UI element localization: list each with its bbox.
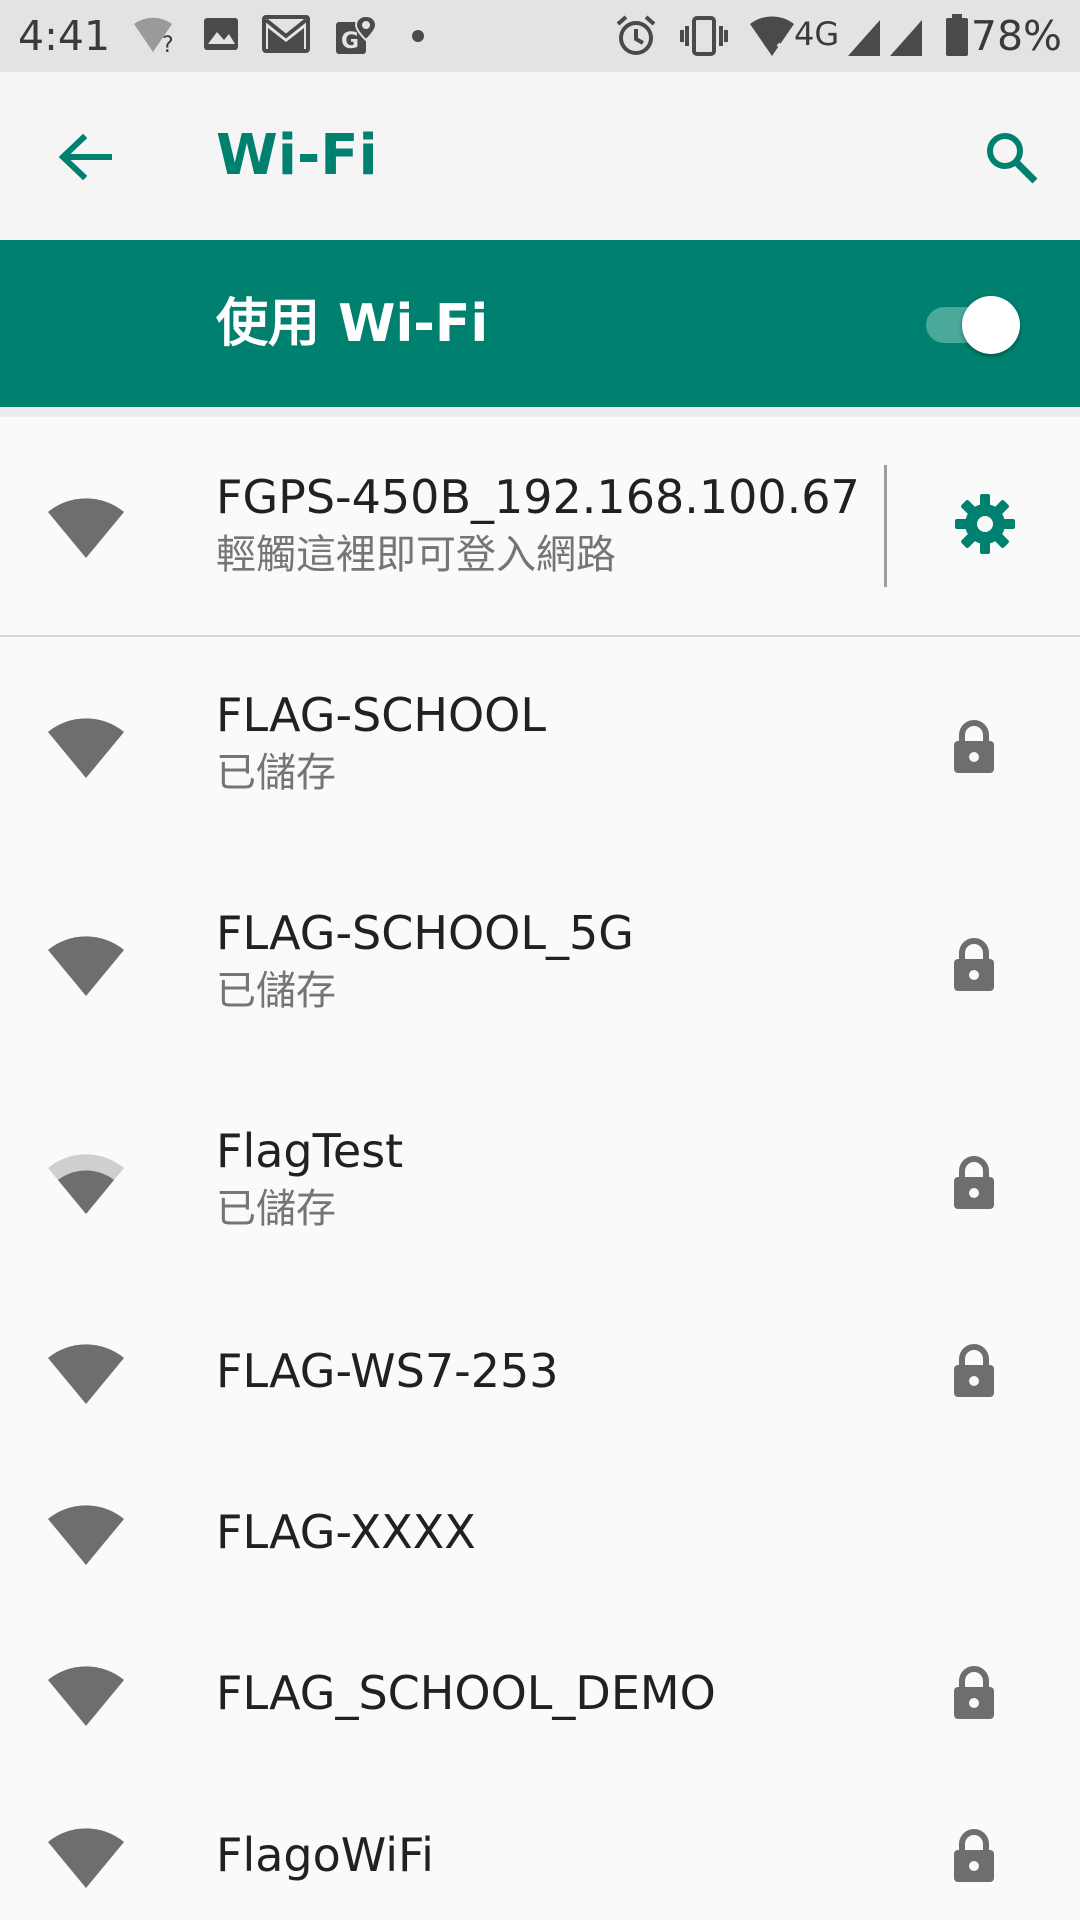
toggle-thumb	[962, 296, 1020, 354]
wifi-signal-icon	[48, 498, 124, 558]
network-type-label: 4G	[794, 15, 840, 53]
network-row[interactable]: FLAG_SCHOOL_DEMO	[0, 1613, 1080, 1774]
network-name: FLAG-WS7-253	[216, 1344, 559, 1398]
app-bar: Wi-Fi	[0, 72, 1080, 240]
network-status: 已儲存	[216, 750, 336, 796]
wifi-status-icon	[750, 16, 794, 56]
network-status: 已儲存	[216, 968, 336, 1014]
maps-icon: G	[336, 14, 378, 54]
network-row[interactable]: FlagoWiFi	[0, 1774, 1080, 1920]
lock-icon	[954, 1666, 994, 1719]
network-name: FLAG-SCHOOL	[216, 688, 546, 742]
connected-network-name: FGPS-450B_192.168.100.67	[216, 470, 860, 524]
network-name: FLAG_SCHOOL_DEMO	[216, 1666, 716, 1720]
gear-icon	[955, 494, 1015, 554]
wifi-signal-icon	[48, 1505, 124, 1565]
network-row[interactable]: FLAG-SCHOOL_5G 已儲存	[0, 855, 1080, 1073]
wifi-settings-screen: 4:41 ? G 4G 78% Wi-Fi 使用 Wi-Fi FGPS-450B…	[0, 0, 1080, 1920]
wifi-master-switch-label: 使用 Wi-Fi	[216, 294, 489, 354]
gmail-icon	[262, 15, 310, 53]
network-name: FlagoWiFi	[216, 1828, 434, 1882]
network-row[interactable]: FLAG-WS7-253	[0, 1291, 1080, 1452]
lock-icon	[954, 1344, 994, 1397]
network-name: FLAG-SCHOOL_5G	[216, 906, 634, 960]
back-button[interactable]	[40, 112, 130, 202]
cell-signal-secondary-icon	[890, 20, 922, 56]
search-button[interactable]	[966, 112, 1056, 202]
network-settings-button[interactable]	[940, 479, 1030, 569]
section-gap	[0, 407, 1080, 417]
wifi-signal-icon	[48, 1344, 124, 1404]
network-row[interactable]: FlagTest 已儲存	[0, 1073, 1080, 1291]
network-row[interactable]: FLAG-SCHOOL 已儲存	[0, 637, 1080, 855]
wifi-signal-icon	[48, 936, 124, 996]
network-name: FlagTest	[216, 1124, 404, 1178]
wifi-toggle[interactable]	[926, 294, 1022, 354]
lock-icon	[954, 720, 994, 773]
connected-network-status: 輕觸這裡即可登入網路	[216, 532, 616, 578]
svg-text:G: G	[341, 29, 359, 54]
lock-icon	[954, 1829, 994, 1882]
wifi-unknown-glyph: ?	[162, 33, 174, 56]
page-title: Wi-Fi	[216, 123, 378, 188]
wifi-unknown-icon: ?	[134, 17, 174, 56]
search-icon	[987, 133, 1038, 184]
network-name: FLAG-XXXX	[216, 1505, 476, 1559]
wifi-signal-icon	[48, 1154, 124, 1214]
status-time: 4:41	[18, 12, 111, 60]
vertical-divider	[884, 465, 887, 587]
wifi-signal-icon	[48, 1828, 124, 1888]
arrow-back-icon	[58, 133, 112, 181]
network-status: 已儲存	[216, 1186, 336, 1232]
lock-icon	[954, 938, 994, 991]
wifi-signal-icon	[48, 1666, 124, 1726]
cell-signal-icon	[848, 20, 880, 56]
more-notifications-dot-icon	[412, 30, 424, 42]
wifi-signal-icon	[48, 718, 124, 778]
battery-percent: 78%	[970, 12, 1062, 60]
battery-icon	[946, 14, 968, 56]
lock-icon	[954, 1156, 994, 1209]
wifi-master-switch-bar[interactable]: 使用 Wi-Fi	[0, 240, 1080, 407]
network-row[interactable]: FLAG-XXXX	[0, 1452, 1080, 1613]
connected-network-row[interactable]: FGPS-450B_192.168.100.67 輕觸這裡即可登入網路	[0, 417, 1080, 635]
status-bar: 4:41 ? G 4G 78%	[0, 0, 1080, 72]
vibrate-icon	[680, 16, 728, 56]
gallery-icon	[204, 18, 238, 50]
alarm-icon	[616, 15, 656, 55]
